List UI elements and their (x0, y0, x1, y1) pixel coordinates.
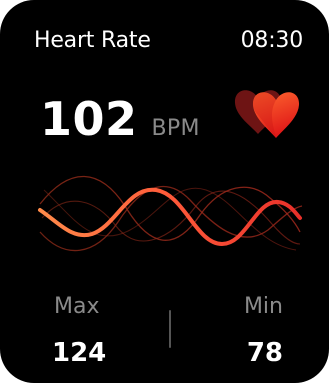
heart-rate-unit: BPM (151, 116, 200, 141)
screen-title: Heart Rate (34, 28, 151, 53)
clock-time: 08:30 (240, 28, 304, 53)
stats-divider (169, 310, 171, 348)
watch-screen: Heart Rate 08:30 102 BPM Max 124 Min 78 (0, 0, 329, 383)
heart-rate-waveform (38, 175, 303, 252)
current-heart-rate: 102 BPM (40, 92, 200, 146)
max-label: Max (54, 294, 100, 319)
min-value: 78 (246, 338, 283, 368)
heart-icon (234, 90, 300, 138)
heart-rate-value: 102 (40, 92, 138, 146)
max-value: 124 (52, 338, 107, 368)
min-label: Min (243, 294, 283, 319)
